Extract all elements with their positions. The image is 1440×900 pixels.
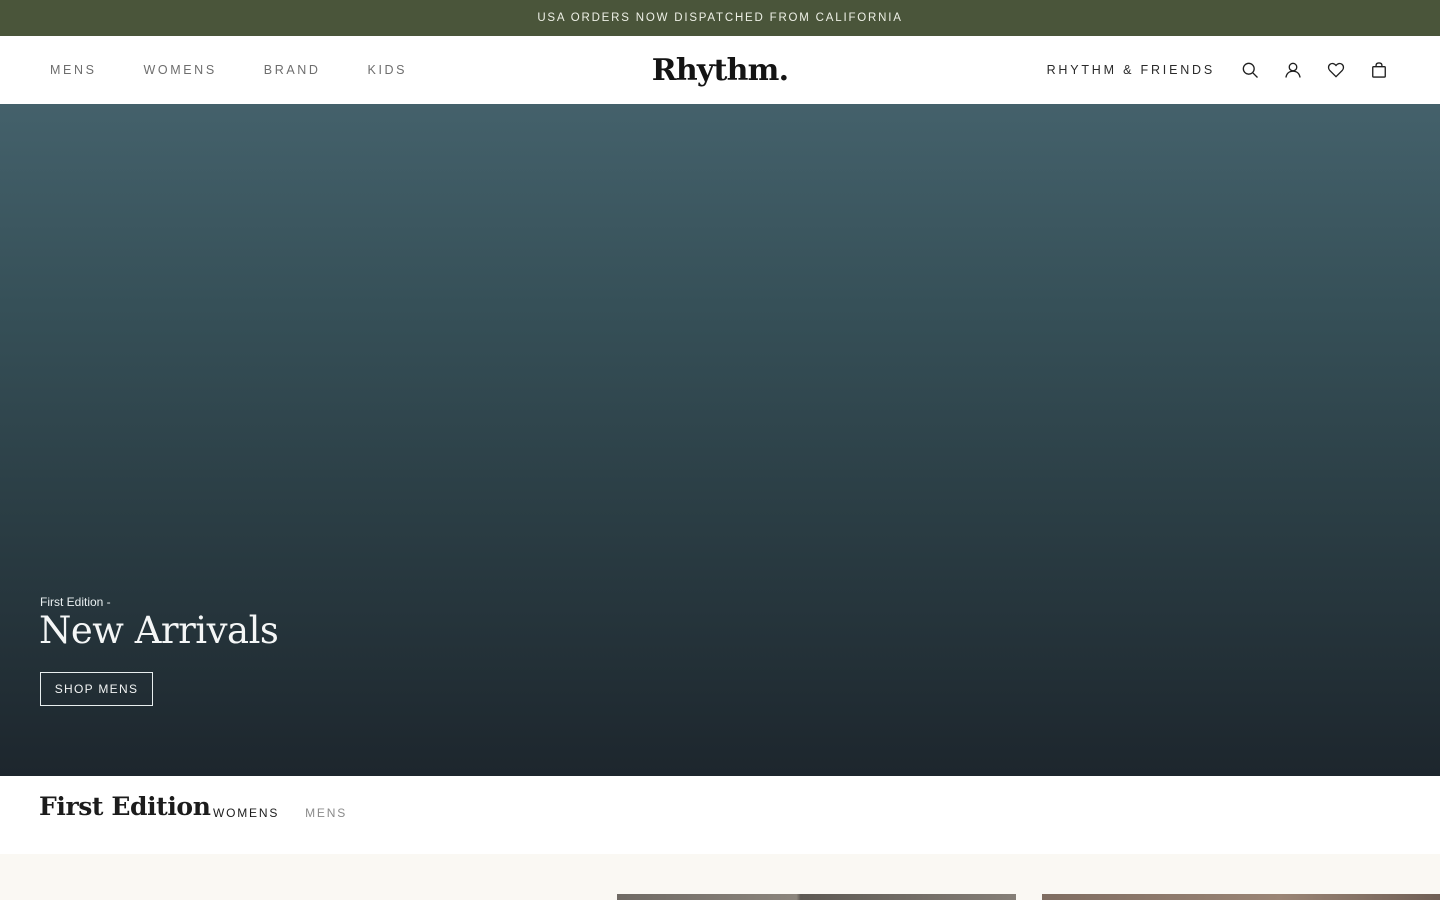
tab-womens[interactable]: WOMENS (213, 806, 279, 820)
product-image[interactable] (1042, 894, 1440, 900)
first-edition-section-header: First Edition WOMENS MENS (0, 776, 1440, 854)
search-button[interactable] (1239, 59, 1261, 81)
nav-link-kids[interactable]: KIDS (368, 63, 408, 77)
account-button[interactable] (1282, 59, 1304, 81)
utility-nav: RHYTHM & FRIENDS (1047, 36, 1390, 104)
nav-link-brand[interactable]: BRAND (264, 63, 321, 77)
section-title: First Edition (39, 792, 211, 821)
primary-nav: MENS WOMENS BRAND KIDS (50, 36, 407, 104)
wishlist-heart-icon (1327, 62, 1345, 78)
tab-mens[interactable]: MENS (305, 806, 347, 820)
nav-link-mens[interactable]: MENS (50, 63, 97, 77)
account-icon (1285, 62, 1301, 78)
wishlist-button[interactable] (1325, 59, 1347, 81)
hero-title: New Arrivals (39, 609, 279, 652)
section-tabs: WOMENS MENS (213, 806, 347, 820)
nav-link-womens[interactable]: WOMENS (144, 63, 217, 77)
shop-mens-button[interactable]: SHOP MENS (40, 672, 153, 706)
site-logo[interactable]: Rhythm. (652, 53, 789, 88)
hero-eyebrow: First Edition - (40, 595, 111, 609)
product-image[interactable] (617, 894, 1016, 900)
site-header: MENS WOMENS BRAND KIDS Rhythm. RHYTHM & … (0, 36, 1440, 104)
rhythm-friends-link[interactable]: RHYTHM & FRIENDS (1047, 63, 1215, 77)
cart-button[interactable] (1368, 59, 1390, 81)
search-icon (1242, 62, 1258, 78)
announcement-text: USA ORDERS NOW DISPATCHED FROM CALIFORNI… (537, 12, 903, 24)
shopping-bag-icon (1372, 62, 1386, 78)
product-grid (0, 854, 1440, 900)
announcement-bar: USA ORDERS NOW DISPATCHED FROM CALIFORNI… (0, 0, 1440, 36)
hero-banner: First Edition - New Arrivals SHOP MENS (0, 104, 1440, 776)
